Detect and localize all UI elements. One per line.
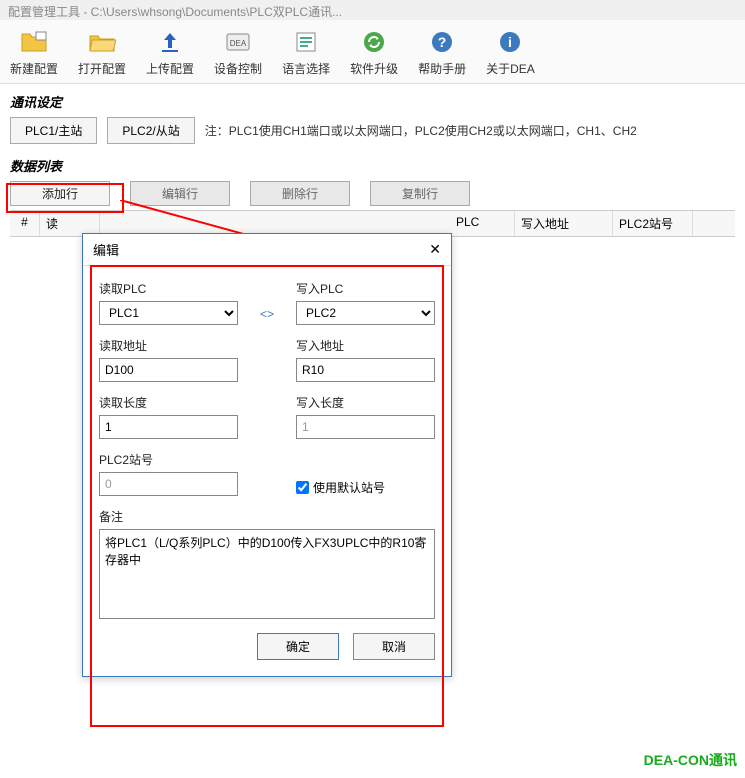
remark-textarea[interactable] (99, 529, 435, 619)
dialog-title-text: 编辑 (93, 240, 119, 259)
col-write-addr: 写入地址 (515, 211, 613, 236)
remark-label: 备注 (99, 508, 435, 525)
read-addr-label: 读取地址 (99, 337, 238, 354)
read-len-label: 读取长度 (99, 394, 238, 411)
delete-row-button[interactable]: 删除行 (250, 181, 350, 206)
col-num: # (10, 211, 40, 236)
folder-new-icon (18, 26, 50, 58)
plc2-station-label: PLC2站号 (99, 451, 238, 468)
write-len-input (296, 415, 435, 439)
toolbar-help[interactable]: ? 帮助手册 (408, 24, 476, 79)
comm-note: 注：PLC1使用CH1端口或以太网端口，PLC2使用CH2或以太网端口，CH1、… (205, 122, 637, 139)
svg-text:DEA: DEA (230, 39, 247, 48)
upgrade-icon (358, 26, 390, 58)
comm-settings-section: 通讯设定 PLC1/主站 PLC2/从站 注：PLC1使用CH1端口或以太网端口… (0, 84, 745, 152)
toolbar-about[interactable]: i 关于DEA (476, 24, 545, 79)
toolbar-upgrade[interactable]: 软件升级 (340, 24, 408, 79)
toolbar-device-control[interactable]: DEA 设备控制 (204, 24, 272, 79)
read-len-input[interactable] (99, 415, 238, 439)
language-icon (290, 26, 322, 58)
plc1-master-button[interactable]: PLC1/主站 (10, 117, 97, 144)
cancel-button[interactable]: 取消 (353, 633, 435, 660)
help-icon: ? (426, 26, 458, 58)
comm-settings-title: 通讯设定 (10, 92, 735, 111)
footer-brand: DEA-CON通讯 (644, 750, 737, 770)
read-plc-select[interactable]: PLC1 (99, 301, 238, 325)
upload-icon (154, 26, 186, 58)
toolbar-language[interactable]: 语言选择 (272, 24, 340, 79)
svg-text:?: ? (438, 34, 447, 50)
write-len-label: 写入长度 (296, 394, 435, 411)
use-default-station-label: 使用默认站号 (313, 479, 385, 496)
close-icon[interactable]: ✕ (429, 241, 441, 258)
write-addr-input[interactable] (296, 358, 435, 382)
svg-text:i: i (509, 34, 513, 50)
folder-open-icon (86, 26, 118, 58)
write-addr-label: 写入地址 (296, 337, 435, 354)
plc2-station-input (99, 472, 238, 496)
edit-row-button[interactable]: 编辑行 (130, 181, 230, 206)
col-plc2-station: PLC2站号 (613, 211, 693, 236)
read-addr-input[interactable] (99, 358, 238, 382)
about-icon: i (494, 26, 526, 58)
plc2-slave-button[interactable]: PLC2/从站 (107, 117, 194, 144)
window-titlebar: 配置管理工具 - C:\Users\whsong\Documents\PLC双P… (0, 0, 745, 20)
copy-row-button[interactable]: 复制行 (370, 181, 470, 206)
add-row-button[interactable]: 添加行 (10, 181, 110, 206)
col-write-plc: PLC (450, 211, 515, 236)
write-plc-label: 写入PLC (296, 280, 435, 297)
device-icon: DEA (222, 26, 254, 58)
swap-button[interactable]: <> (260, 307, 274, 321)
toolbar-upload-config[interactable]: 上传配置 (136, 24, 204, 79)
ok-button[interactable]: 确定 (257, 633, 339, 660)
write-plc-select[interactable]: PLC2 (296, 301, 435, 325)
data-list-title: 数据列表 (10, 156, 735, 175)
data-list-section: 数据列表 添加行 编辑行 删除行 复制行 # 读 PLC 写入地址 PLC2站号 (0, 152, 745, 245)
use-default-station-checkbox[interactable] (296, 481, 309, 494)
toolbar-new-config[interactable]: 新建配置 (0, 24, 68, 79)
edit-dialog: 编辑 ✕ 读取PLC PLC1 <> 写入PLC PLC2 读取地址 写入地址 (82, 233, 452, 677)
main-toolbar: 新建配置 打开配置 上传配置 DEA 设备控制 语言选择 软件升级 ? 帮助手册… (0, 20, 745, 84)
toolbar-open-config[interactable]: 打开配置 (68, 24, 136, 79)
read-plc-label: 读取PLC (99, 280, 238, 297)
